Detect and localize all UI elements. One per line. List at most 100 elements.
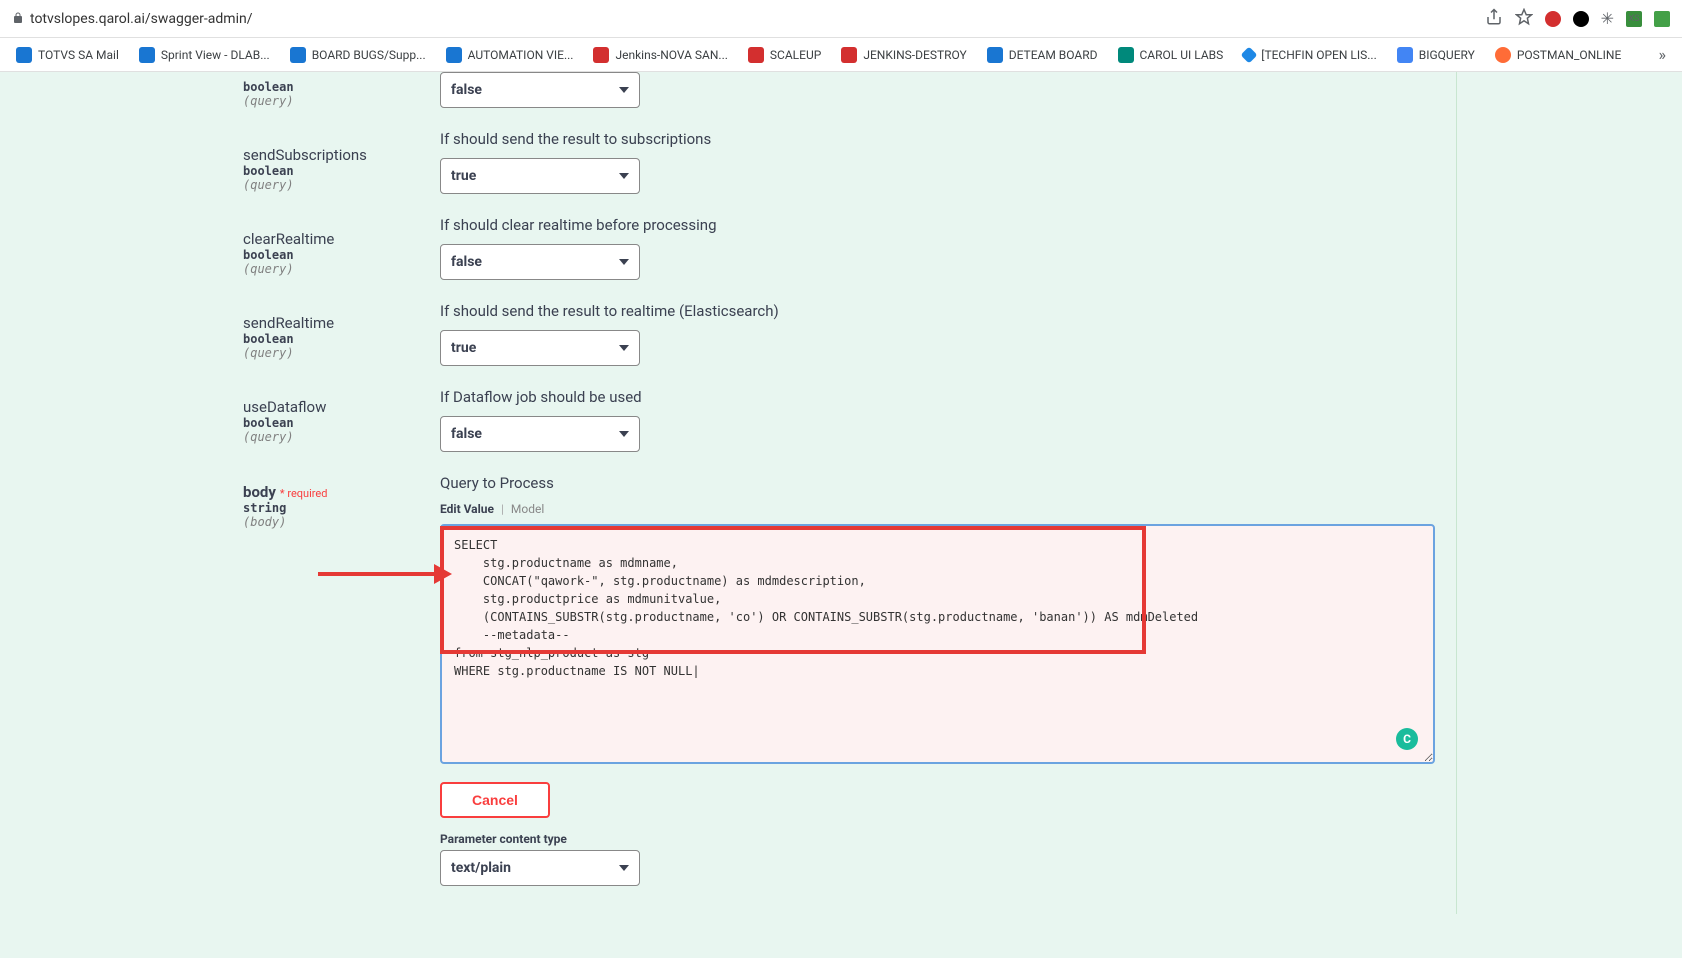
star-icon[interactable]	[1515, 8, 1533, 30]
param-in: (query)	[243, 262, 440, 276]
share-icon[interactable]	[1485, 8, 1503, 30]
tab-edit-value[interactable]: Edit Value	[440, 502, 494, 516]
param-type: boolean	[243, 248, 440, 262]
query-textarea[interactable]	[440, 524, 1435, 764]
extension-green-icon[interactable]	[1654, 11, 1670, 27]
param-in: (body)	[243, 515, 440, 529]
bookmark-icon	[748, 47, 764, 63]
param-body: body * required string (body)	[243, 460, 440, 545]
select-useDataflow[interactable]: false	[440, 416, 640, 452]
params-content: false If should send the result to subsc…	[440, 72, 1456, 914]
chevron-down-icon	[619, 87, 629, 93]
bookmark-icon	[290, 47, 306, 63]
param-sendSubscriptions: sendSubscriptions boolean (query)	[243, 124, 440, 208]
chevron-down-icon	[619, 173, 629, 179]
bookmark-item[interactable]: [TECHFIN OPEN LIS...	[1235, 44, 1385, 66]
param-useDataflow: useDataflow boolean (query)	[243, 376, 440, 460]
bookmark-item[interactable]: SCALEUP	[740, 43, 829, 67]
param-desc: If should clear realtime before processi…	[440, 216, 1438, 234]
bookmark-label: JENKINS-DESTROY	[863, 48, 966, 62]
param-type: string	[243, 501, 440, 515]
annotation-arrow-head	[434, 564, 452, 584]
param-type: boolean	[243, 416, 440, 430]
bookmark-icon	[841, 47, 857, 63]
browser-actions: ✳ XS	[1485, 8, 1670, 30]
select-sendRealtime[interactable]: true	[440, 330, 640, 366]
bookmark-label: BOARD BUGS/Supp...	[312, 48, 426, 62]
select-value: false	[451, 254, 482, 270]
bookmark-item[interactable]: BIGQUERY	[1389, 43, 1483, 67]
param-in: (query)	[243, 94, 440, 108]
bookmark-icon	[16, 47, 32, 63]
chevron-down-icon	[619, 865, 629, 871]
bookmark-icon	[446, 47, 462, 63]
select-value: text/plain	[451, 860, 511, 876]
chevron-down-icon	[619, 345, 629, 351]
select-value: true	[451, 168, 476, 184]
select-content-type[interactable]: text/plain	[440, 850, 640, 886]
bookmark-label: TOTVS SA Mail	[38, 48, 119, 62]
param-clearRealtime: clearRealtime boolean (query)	[243, 208, 440, 292]
param-name: clearRealtime	[243, 230, 440, 248]
bookmark-item[interactable]: JENKINS-DESTROY	[833, 43, 974, 67]
bookmark-item[interactable]: POSTMAN_ONLINE	[1487, 43, 1629, 67]
param-cdc: boolean (query)	[243, 72, 440, 124]
bookmarks-bar: TOTVS SA Mail Sprint View - DLAB... BOAR…	[0, 38, 1682, 72]
bookmark-label: [TECHFIN OPEN LIS...	[1261, 48, 1377, 62]
select-value: true	[451, 340, 476, 356]
tab-separator: |	[501, 502, 504, 516]
param-name: sendSubscriptions	[243, 146, 440, 164]
grammarly-badge[interactable]: C	[1396, 728, 1418, 750]
bookmark-item[interactable]: TOTVS SA Mail	[8, 43, 127, 67]
annotation-arrow-line	[318, 572, 440, 576]
bookmark-item[interactable]: Jenkins-NOVA SAN...	[585, 43, 735, 67]
param-in: (query)	[243, 430, 440, 444]
extension-dark-icon[interactable]	[1573, 11, 1589, 27]
select-clearRealtime[interactable]: false	[440, 244, 640, 280]
bookmark-label: BIGQUERY	[1419, 48, 1475, 62]
content-type-label: Parameter content type	[440, 832, 1438, 846]
bookmark-label: AUTOMATION VIE...	[468, 48, 574, 62]
url-text[interactable]: totvslopes.qarol.ai/swagger-admin/	[30, 11, 252, 27]
bookmark-item[interactable]: BOARD BUGS/Supp...	[282, 43, 434, 67]
param-required: * required	[280, 487, 328, 500]
chevron-down-icon	[619, 431, 629, 437]
bookmark-label: Sprint View - DLAB...	[161, 48, 270, 62]
bookmark-item[interactable]: AUTOMATION VIE...	[438, 43, 582, 67]
param-in: (query)	[243, 178, 440, 192]
param-desc: If should send the result to subscriptio…	[440, 130, 1438, 148]
browser-url-bar: totvslopes.qarol.ai/swagger-admin/ ✳ XS	[0, 0, 1682, 38]
bookmarks-overflow[interactable]: »	[1651, 41, 1675, 68]
bookmark-label: DETEAM BOARD	[1009, 48, 1098, 62]
select-cdc[interactable]: false	[440, 72, 640, 108]
param-type: boolean	[243, 80, 440, 94]
param-in: (query)	[243, 346, 440, 360]
param-type: boolean	[243, 332, 440, 346]
extension-gear-icon[interactable]: ✳	[1601, 9, 1614, 28]
tab-model[interactable]: Model	[511, 502, 544, 516]
lock-icon	[12, 9, 24, 28]
params-sidebar: boolean (query) sendSubscriptions boolea…	[225, 72, 440, 914]
select-sendSubscriptions[interactable]: true	[440, 158, 640, 194]
param-type: boolean	[243, 164, 440, 178]
bookmark-label: POSTMAN_ONLINE	[1517, 48, 1621, 62]
query-textarea-wrap: C	[440, 524, 1438, 768]
param-name: sendRealtime	[243, 314, 440, 332]
cancel-button[interactable]: Cancel	[440, 782, 550, 818]
select-value: false	[451, 426, 482, 442]
bookmark-icon	[1397, 47, 1413, 63]
bookmark-label: SCALEUP	[770, 48, 821, 62]
param-sendRealtime: sendRealtime boolean (query)	[243, 292, 440, 376]
bookmark-icon	[1118, 47, 1134, 63]
bookmark-item[interactable]: CAROL UI LABS	[1110, 43, 1232, 67]
bookmark-item[interactable]: DETEAM BOARD	[979, 43, 1106, 67]
swagger-panel: boolean (query) sendSubscriptions boolea…	[0, 72, 1682, 958]
extension-abp-icon[interactable]	[1545, 11, 1561, 27]
bookmark-icon	[1495, 47, 1511, 63]
bookmark-item[interactable]: Sprint View - DLAB...	[131, 43, 278, 67]
bookmark-label: CAROL UI LABS	[1140, 48, 1224, 62]
extension-xs-icon[interactable]: XS	[1626, 11, 1642, 27]
select-value: false	[451, 82, 482, 98]
chevron-down-icon	[619, 259, 629, 265]
param-desc: If Dataflow job should be used	[440, 388, 1438, 406]
